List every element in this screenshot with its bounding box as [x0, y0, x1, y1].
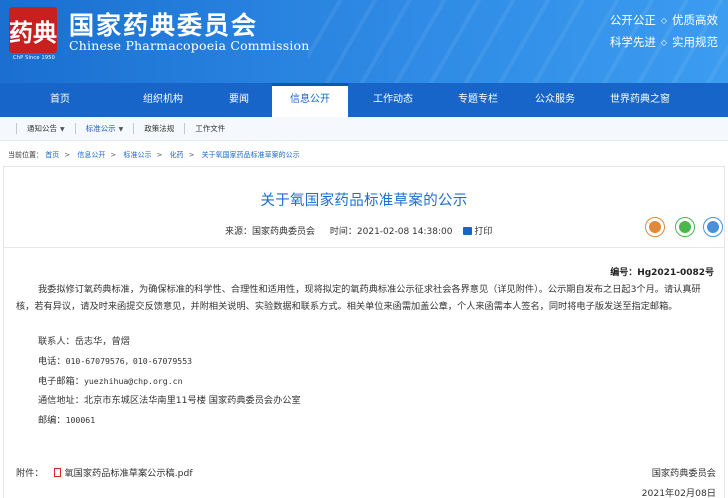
breadcrumb-current[interactable]: 关于氧国家药品标准草案的公示 [202, 151, 300, 159]
contact-email: 电子邮箱：yuezhihua@chp.org.cn [38, 376, 183, 387]
weibo-icon [649, 221, 661, 233]
chevron-down-icon: ▼ [60, 126, 65, 133]
article-time: 时间：2021-02-08 14:38:00 [329, 227, 453, 237]
nav-organization[interactable]: 组织机构 [120, 83, 206, 117]
breadcrumb-standard-publicity[interactable]: 标准公示 [123, 151, 151, 159]
nav-public-service[interactable]: 公众服务 [518, 83, 592, 117]
site-title-en: Chinese Pharmacopoeia Commission [69, 38, 310, 53]
subnav-work-documents[interactable]: 工作文件 [184, 123, 235, 134]
article-title: 关于氧国家药品标准草案的公示 [260, 193, 468, 209]
nav-info-public[interactable]: 信息公开 [272, 83, 348, 117]
attachment-link[interactable]: 氧国家药品标准草案公示稿.pdf [54, 468, 193, 479]
subnav-policies[interactable]: 政策法规 [133, 123, 184, 134]
nav-special-topics[interactable]: 专题专栏 [438, 83, 518, 117]
breadcrumb-info-public[interactable]: 信息公开 [77, 151, 105, 159]
divider [4, 247, 724, 248]
document-number: 编号：Hg2021-0082号 [610, 268, 714, 278]
wechat-icon [679, 221, 691, 233]
logo-subtext: ChP Since 1950 [13, 55, 55, 61]
nav-world-pharmacopoeia[interactable]: 世界药典之窗 [592, 83, 688, 117]
breadcrumb-chemical-drugs[interactable]: 化药 [170, 151, 184, 159]
nav-work-updates[interactable]: 工作动态 [348, 83, 438, 117]
share-weibo-button[interactable] [645, 217, 665, 237]
nav-home[interactable]: 首页 [0, 83, 120, 117]
contact-address: 通信地址：北京市东城区法华南里11号楼 国家药典委员会办公室 [38, 395, 301, 406]
chevron-down-icon: ▼ [118, 126, 124, 133]
slogan-line-2: 科学先进 ◇ 实用规范 [609, 35, 718, 49]
slogan-line-1: 公开公正 ◇ 优质高效 [609, 13, 718, 27]
printer-icon [463, 227, 473, 235]
print-button[interactable]: 打印 [463, 227, 492, 237]
site-header: 药典 ChP Since 1950 国家药典委员会 Chinese Pharma… [0, 0, 728, 83]
breadcrumb-home[interactable]: 首页 [45, 151, 59, 159]
contact-person: 联系人：岳志华，曾熠 [38, 336, 130, 347]
logo[interactable]: 药典 [9, 7, 57, 53]
share-wechat-button[interactable] [675, 217, 695, 237]
nav-news[interactable]: 要闻 [206, 83, 272, 117]
main-nav: 首页 组织机构 要闻 信息公开 工作动态 专题专栏 公众服务 世界药典之窗 [0, 83, 728, 117]
site-title: 国家药典委员会 [69, 11, 259, 40]
article-paragraph: 我委拟修订氧药典标准，为确保标准的科学性、合理性和适用性，现将拟定的氧药典标准公… [16, 284, 701, 312]
attachment: 附件： 氧国家药品标准草案公示稿.pdf [16, 468, 193, 479]
qzone-icon [707, 221, 719, 233]
subnav-notices[interactable]: 通知公告 ▼ [16, 123, 75, 134]
article-card [3, 166, 725, 498]
logo-text: 药典 [9, 17, 57, 47]
contact-zip: 邮编：100061 [38, 415, 96, 426]
signature-org: 国家药典委员会 [651, 468, 716, 479]
contact-phone: 电话：010-67079576，010-67079553 [38, 356, 193, 367]
article-source: 来源：国家药典委员会 [225, 227, 316, 237]
article-meta: 来源：国家药典委员会 时间：2021-02-08 14:38:00 打印 [225, 224, 492, 237]
share-qzone-button[interactable] [703, 217, 723, 237]
signature-date: 2021年02月08日 [641, 488, 716, 498]
sub-nav: 通知公告 ▼ 标准公示 ▼ 政策法规 工作文件 [0, 117, 728, 141]
pdf-icon [54, 468, 62, 477]
breadcrumb: 当前位置： 首页 > 信息公开 > 标准公示 > 化药 > 关于氧国家药品标准草案的公示 [8, 151, 300, 159]
subnav-standard-publicity[interactable]: 标准公示 ▼ [74, 123, 134, 134]
